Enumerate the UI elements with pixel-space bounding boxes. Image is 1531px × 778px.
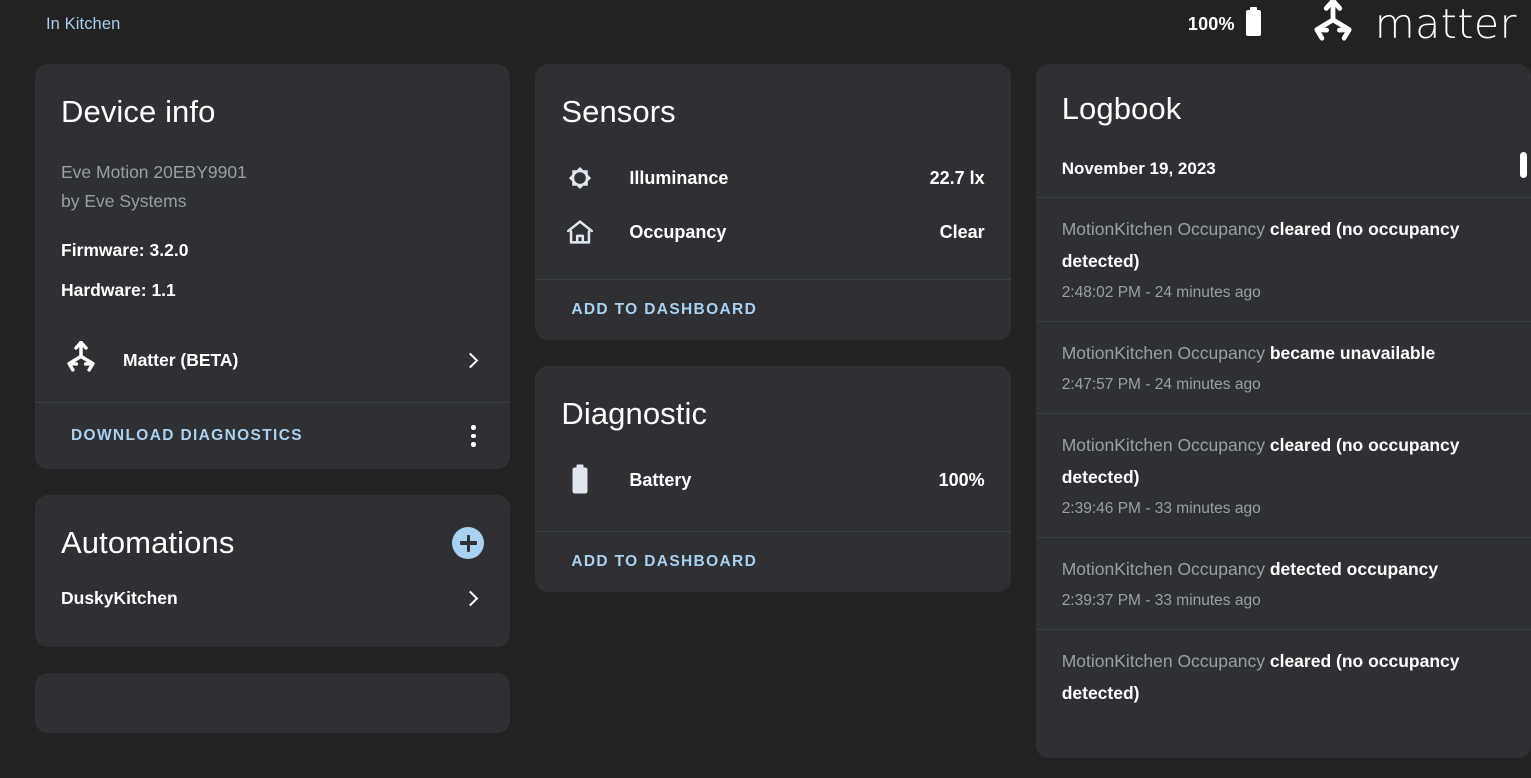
device-manufacturer: by Eve Systems [61, 191, 187, 212]
integration-row-matter[interactable]: Matter (BETA) [35, 318, 510, 402]
sensors-title: Sensors [561, 94, 676, 129]
battery-full-icon [561, 464, 599, 496]
device-hardware: Hardware: 1.1 [61, 280, 176, 301]
automations-header: Automations [35, 495, 510, 560]
logbook-entity-name: MotionKitchen Occupancy [1061, 651, 1270, 672]
chevron-right-icon [463, 590, 479, 607]
device-info-actions: DOWNLOAD DIAGNOSTICS [35, 402, 511, 469]
logbook-card: Logbook November 19, 2023 MotionKitchen … [1035, 64, 1531, 758]
diagnostic-card: Diagnostic Battery 100% ADD TO DASHBOARD [535, 366, 1011, 593]
device-info-title: Device info [61, 94, 216, 129]
automation-label: DuskyKitchen [61, 588, 178, 609]
sensors-list: Illuminance 22.7 lx Occupancy Clear [535, 129, 1010, 279]
logbook-entry-text: MotionKitchen Occupancy cleared (no occu… [1062, 645, 1491, 709]
logbook-entry-time: 2:47:57 PM - 24 minutes ago [1061, 376, 1261, 394]
plus-circle-icon[interactable] [452, 527, 485, 560]
device-info-body: Device info Eve Motion 20EBY9901 by Eve … [35, 64, 510, 318]
logbook-entry[interactable]: MotionKitchen Occupancy cleared (no occu… [1035, 413, 1531, 537]
logbook-entry[interactable]: MotionKitchen Occupancy detected occupan… [1035, 537, 1531, 629]
sensor-value: 100% [938, 469, 985, 490]
next-card-partial [35, 673, 511, 734]
logbook-title: Logbook [1061, 91, 1182, 126]
sensor-value: 22.7 lx [929, 167, 985, 188]
header-right-group: 100% matter [1188, 0, 1517, 50]
column-left: Device info Eve Motion 20EBY9901 by Eve … [35, 64, 511, 778]
add-to-dashboard-button-diagnostic[interactable]: ADD TO DASHBOARD [571, 553, 757, 570]
logbook-entity-name: MotionKitchen Occupancy [1061, 435, 1270, 456]
logbook-date-header: November 19, 2023 [1061, 159, 1216, 179]
logbook-state-text: became unavailable [1269, 343, 1436, 364]
diagnostic-header: Diagnostic [535, 366, 1010, 431]
matter-brand: matter [1305, 0, 1517, 50]
diagnostic-title: Diagnostic [561, 396, 708, 432]
device-model: Eve Motion 20EBY9901 [61, 162, 247, 183]
logbook-state-text: detected occupancy [1269, 559, 1439, 580]
download-diagnostics-button[interactable]: DOWNLOAD DIAGNOSTICS [71, 427, 303, 445]
logbook-entry-text: MotionKitchen Occupancy cleared (no occu… [1062, 429, 1491, 493]
sensors-header: Sensors [535, 64, 1010, 129]
logbook-entry-text: MotionKitchen Occupancy cleared (no occu… [1062, 213, 1491, 277]
column-right: Logbook November 19, 2023 MotionKitchen … [1035, 64, 1531, 778]
automations-card: Automations DuskyKitchen [35, 495, 511, 648]
battery-status: 100% [1187, 6, 1263, 42]
sensor-row-illuminance[interactable]: Illuminance 22.7 lx [561, 151, 985, 205]
add-to-dashboard-button-sensors[interactable]: ADD TO DASHBOARD [571, 301, 757, 318]
battery-percent-label: 100% [1187, 13, 1235, 34]
matter-wordmark-text: matter [1374, 0, 1517, 48]
device-info-card: Device info Eve Motion 20EBY9901 by Eve … [35, 64, 511, 470]
breadcrumb-in-kitchen[interactable]: In Kitchen [46, 15, 120, 34]
sensor-name: Occupancy [629, 221, 727, 242]
matter-logo-icon [61, 340, 101, 380]
logbook-entries[interactable]: MotionKitchen Occupancy cleared (no occu… [1035, 197, 1531, 758]
brightness-icon [561, 161, 599, 195]
logbook-entry[interactable]: MotionKitchen Occupancy cleared (no occu… [1035, 629, 1531, 724]
sensors-footer: ADD TO DASHBOARD [535, 279, 1011, 340]
matter-logo-icon [1305, 0, 1361, 50]
sensors-card: Sensors Illuminance 22.7 lx Occupancy Cl… [535, 64, 1011, 341]
diagnostic-footer: ADD TO DASHBOARD [535, 531, 1011, 592]
logbook-entry-time: 2:48:02 PM - 24 minutes ago [1061, 284, 1261, 302]
integration-label: Matter (BETA) [123, 350, 239, 371]
sensor-row-battery[interactable]: Battery 100% [561, 453, 985, 507]
column-middle: Sensors Illuminance 22.7 lx Occupancy Cl… [535, 64, 1011, 778]
logbook-entry-time: 2:39:37 PM - 33 minutes ago [1061, 592, 1261, 610]
logbook-entry[interactable]: MotionKitchen Occupancy cleared (no occu… [1035, 197, 1531, 321]
logbook-entry-text: MotionKitchen Occupancy detected occupan… [1062, 553, 1491, 585]
home-outline-icon [561, 216, 599, 248]
battery-full-icon [1244, 6, 1263, 42]
automations-title: Automations [61, 525, 235, 561]
chevron-right-icon [463, 352, 479, 369]
logbook-entry-text: MotionKitchen Occupancy became unavailab… [1062, 337, 1491, 369]
sensor-name: Battery [629, 469, 692, 490]
logbook-entity-name: MotionKitchen Occupancy [1061, 343, 1270, 364]
diagnostic-list: Battery 100% [535, 431, 1010, 531]
page-header: In Kitchen 100% matter [0, 0, 1531, 48]
logbook-entity-name: MotionKitchen Occupancy [1061, 559, 1270, 580]
card-columns: Device info Eve Motion 20EBY9901 by Eve … [0, 64, 1531, 778]
logbook-scrollbar-thumb[interactable] [1520, 152, 1527, 178]
device-page: In Kitchen 100% matter Device info Eve M… [0, 0, 1531, 778]
sensor-name: Illuminance [629, 167, 729, 188]
kebab-menu-icon[interactable] [460, 423, 486, 449]
sensor-row-occupancy[interactable]: Occupancy Clear [561, 205, 985, 259]
logbook-entry-time: 2:39:46 PM - 33 minutes ago [1061, 500, 1261, 518]
automation-item-duskykitchen[interactable]: DuskyKitchen [35, 560, 510, 647]
device-firmware: Firmware: 3.2.0 [61, 240, 189, 261]
logbook-header: Logbook [1036, 64, 1531, 126]
logbook-entity-name: MotionKitchen Occupancy [1061, 219, 1270, 240]
logbook-entry[interactable]: MotionKitchen Occupancy became unavailab… [1035, 321, 1531, 413]
sensor-value: Clear [939, 221, 985, 242]
